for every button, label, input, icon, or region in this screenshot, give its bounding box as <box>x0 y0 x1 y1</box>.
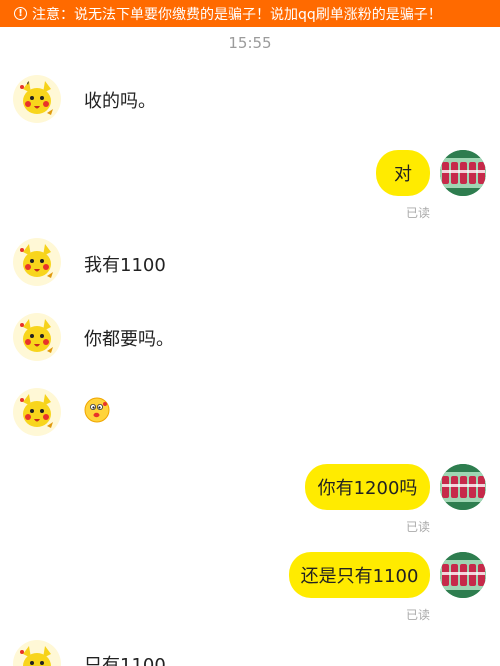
can-rows-avatar-image <box>440 464 486 510</box>
chat-screen: ! 注意：说无法下单要你缴费的是骗子！说加qq刷单涨粉的是骗子！ 15:55 收… <box>0 0 500 666</box>
alert-circle-icon: ! <box>14 7 27 20</box>
message-text: 我有1100 <box>84 255 166 276</box>
pikachu-avatar-image <box>13 75 61 123</box>
my-avatar[interactable] <box>440 464 486 510</box>
face-emoji-icon[interactable] <box>84 397 110 423</box>
pikachu-avatar-image <box>13 313 61 361</box>
message-timestamp: 15:55 <box>228 34 272 52</box>
message-text: 你有1200吗 <box>317 478 418 499</box>
sent-message-bubble[interactable]: 对 <box>376 150 430 196</box>
read-status: 已读 <box>405 520 430 534</box>
sent-message-bubble[interactable]: 还是只有1100 <box>289 552 430 598</box>
contact-avatar[interactable] <box>13 640 61 666</box>
sent-message-bubble[interactable]: 你有1200吗 <box>305 464 430 510</box>
fraud-warning-banner: ! 注意：说无法下单要你缴费的是骗子！说加qq刷单涨粉的是骗子！ <box>0 0 500 27</box>
read-status: 已读 <box>405 206 430 220</box>
message-text: 你都要吗。 <box>84 329 174 350</box>
contact-avatar[interactable] <box>13 313 61 361</box>
my-avatar[interactable] <box>440 552 486 598</box>
message-text: 只有1100 <box>84 655 166 666</box>
pikachu-avatar-image <box>13 388 61 436</box>
message-text: 对 <box>394 164 412 185</box>
fraud-warning-text: 注意：说无法下单要你缴费的是骗子！说加qq刷单涨粉的是骗子！ <box>32 6 442 23</box>
message-text: 收的吗。 <box>84 91 156 112</box>
can-rows-avatar-image <box>440 552 486 598</box>
pikachu-avatar-image <box>13 238 61 286</box>
read-status: 已读 <box>405 608 430 622</box>
contact-avatar[interactable] <box>13 238 61 286</box>
can-rows-avatar-image <box>440 150 486 196</box>
contact-avatar[interactable] <box>13 388 61 436</box>
message-text: 还是只有1100 <box>300 566 419 587</box>
my-avatar[interactable] <box>440 150 486 196</box>
contact-avatar[interactable] <box>13 75 61 123</box>
pikachu-avatar-image <box>13 640 61 666</box>
